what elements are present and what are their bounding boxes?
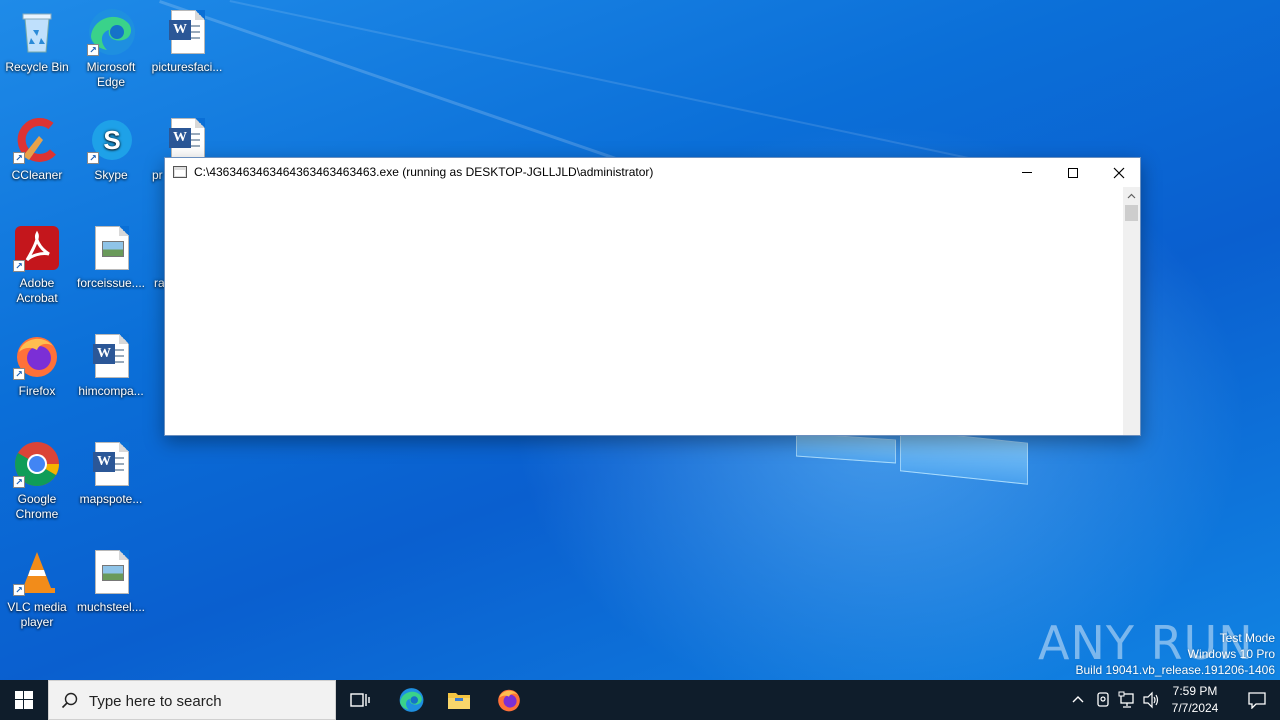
scroll-up-button[interactable] (1123, 187, 1140, 204)
console-app-icon (173, 166, 187, 178)
desktop-icon-label: CCleaner (11, 168, 63, 182)
desktop-icon-word-doc-4[interactable]: W mapspote... (74, 440, 148, 507)
title-bar[interactable]: C:\4363463463464363463463463.exe (runnin… (165, 158, 1140, 187)
console-output-area[interactable] (165, 187, 1124, 435)
image-document-icon (87, 548, 135, 596)
vlc-cone-icon: ↗ (13, 548, 61, 596)
desktop-icon-label: Adobe Acrobat (16, 276, 58, 305)
windows-watermark: Test Mode Windows 10 Pro Build 19041.vb_… (1076, 630, 1276, 678)
desktop-icon-skype[interactable]: S ↗ Skype (74, 116, 148, 183)
console-window[interactable]: C:\4363463463464363463463463.exe (runnin… (164, 157, 1141, 436)
desktop-icon-label: muchsteel.... (76, 600, 146, 614)
search-placeholder: Type here to search (89, 693, 222, 710)
desktop-icon-label: Google Chrome (15, 492, 59, 521)
chevron-up-icon (1127, 193, 1136, 198)
taskbar-file-explorer[interactable] (435, 680, 483, 720)
test-mode-text: Test Mode (1219, 631, 1275, 645)
shortcut-arrow-icon: ↗ (13, 584, 25, 596)
shortcut-arrow-icon: ↗ (13, 260, 25, 272)
recycle-bin-icon (13, 8, 61, 56)
desktop-icon-microsoft-edge[interactable]: ↗ Microsoft Edge (74, 8, 148, 90)
word-document-icon: W (163, 8, 211, 56)
notification-center-button[interactable] (1234, 680, 1280, 720)
maximize-button[interactable] (1050, 158, 1096, 187)
desktop-icon-label: forceissue.... (76, 276, 146, 290)
svg-text:S: S (103, 125, 120, 155)
clock-date: 7/7/2024 (1171, 701, 1219, 715)
desktop-icon-firefox[interactable]: ↗ Firefox (0, 332, 74, 399)
shortcut-arrow-icon: ↗ (13, 476, 25, 488)
shortcut-arrow-icon: ↗ (13, 152, 25, 164)
shortcut-arrow-icon: ↗ (87, 152, 99, 164)
edge-icon: ↗ (87, 8, 135, 56)
desktop-icon-label: mapspote... (79, 492, 143, 506)
task-view-icon (350, 693, 370, 707)
word-document-icon: W (87, 332, 135, 380)
network-icon[interactable] (1118, 691, 1136, 709)
firefox-icon: ↗ (13, 332, 61, 380)
search-box[interactable]: Type here to search (48, 680, 336, 720)
desktop-icon-word-doc-3[interactable]: W himcompa... (74, 332, 148, 399)
desktop-icon-label: Microsoft Edge (86, 60, 136, 89)
clock-time: 7:59 PM (1172, 684, 1218, 698)
taskbar-edge[interactable] (387, 680, 435, 720)
desktop-icon-ccleaner[interactable]: ↗ CCleaner (0, 116, 74, 183)
scrollbar-thumb[interactable] (1125, 205, 1138, 221)
shortcut-arrow-icon: ↗ (87, 44, 99, 56)
start-button[interactable] (0, 680, 48, 720)
edition-text: Windows 10 Pro (1187, 647, 1275, 661)
clock[interactable]: 7:59 PM 7/7/2024 (1160, 683, 1230, 717)
desktop-icon-word-doc-1[interactable]: W picturesfaci... (150, 8, 224, 75)
close-button[interactable] (1096, 158, 1142, 187)
image-document-icon (87, 224, 135, 272)
desktop-icon-label: VLC media player (7, 600, 67, 629)
taskbar-firefox[interactable] (485, 680, 533, 720)
window-title: C:\4363463463464363463463463.exe (runnin… (194, 165, 654, 179)
edge-icon (399, 688, 424, 712)
shortcut-arrow-icon: ↗ (13, 368, 25, 380)
task-view-button[interactable] (336, 680, 384, 720)
minimize-icon (1022, 172, 1032, 173)
notification-icon (1248, 692, 1266, 709)
desktop-icon-label: Recycle Bin (5, 60, 69, 74)
desktop-icon-google-chrome[interactable]: ↗ Google Chrome (0, 440, 74, 522)
device-icon[interactable] (1096, 691, 1110, 709)
desktop-icon-adobe-acrobat[interactable]: ↗ Adobe Acrobat (0, 224, 74, 306)
adobe-acrobat-icon: ↗ (13, 224, 61, 272)
minimize-button[interactable] (1004, 158, 1050, 187)
build-text: Build 19041.vb_release.191206-1406 (1075, 663, 1276, 677)
word-document-icon: W (87, 440, 135, 488)
file-explorer-icon (448, 693, 470, 709)
chrome-icon: ↗ (13, 440, 61, 488)
desktop-icon-label: himcompa... (78, 384, 144, 398)
desktop-icon-vlc[interactable]: ↗ VLC media player (0, 548, 74, 630)
skype-icon: S ↗ (87, 116, 135, 164)
desktop-icon-label: Firefox (18, 384, 56, 398)
close-icon (1113, 167, 1125, 178)
volume-icon[interactable] (1142, 691, 1160, 709)
chevron-up-icon[interactable] (1071, 693, 1085, 705)
firefox-icon (498, 689, 520, 712)
desktop-icon-image-doc-1[interactable]: forceissue.... (74, 224, 148, 291)
desktop-icon-image-doc-2[interactable]: muchsteel.... (74, 548, 148, 615)
vertical-scrollbar[interactable] (1123, 187, 1140, 435)
maximize-icon (1068, 167, 1078, 178)
taskbar: Type here to search 7:59 PM 7/7/2024 (0, 680, 1280, 720)
windows-logo-icon (15, 691, 33, 709)
desktop-icon-label: Skype (94, 168, 128, 182)
desktop-icon-label: picturesfaci... (151, 60, 223, 74)
ccleaner-icon: ↗ (13, 116, 61, 164)
search-icon (61, 692, 78, 709)
desktop-icon-recycle-bin[interactable]: Recycle Bin (0, 8, 74, 75)
